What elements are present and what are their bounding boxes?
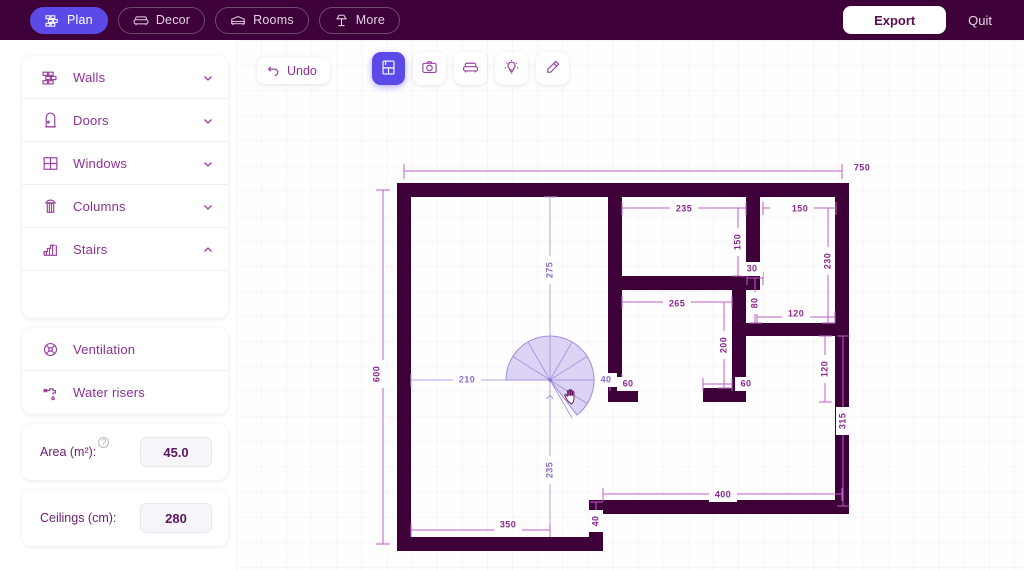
sidebar-item-label: Columns xyxy=(73,198,126,214)
column-icon xyxy=(40,196,60,216)
sofa-icon xyxy=(133,13,149,28)
dim-right-lower: 315 xyxy=(837,413,847,429)
floorplan-editor-app: Plan Decor Rooms More Export Quit Walls … xyxy=(0,0,1024,570)
dim-room-b-width: 150 xyxy=(792,203,808,213)
dim-room-b-height: 230 xyxy=(822,253,832,269)
top-actions-group: Export Quit xyxy=(843,6,1006,34)
floorplan-canvas[interactable]: Undo 750 600 275 235 210 40 235 150 150 … xyxy=(236,40,1024,570)
chevron-down-icon xyxy=(202,114,214,126)
sidebar-item-ventilation[interactable]: Ventilation xyxy=(22,328,228,371)
dim-bottom-step: 40 xyxy=(590,516,600,527)
top-nav-group: Plan Decor Rooms More xyxy=(30,6,401,34)
sidebar-item-windows[interactable]: Windows xyxy=(22,142,228,185)
nav-tab-label: More xyxy=(355,13,386,27)
floorplan-drawing[interactable]: 750 600 275 275 235 210 40 235 xyxy=(236,40,1024,570)
top-bar: Plan Decor Rooms More Export Quit xyxy=(0,0,1024,40)
sidebar-utilities-panel: Ventilation Water risers xyxy=(22,328,228,414)
area-label: Area (m²): ? xyxy=(40,437,110,459)
wall-bricks-icon xyxy=(45,13,60,28)
door-icon xyxy=(40,110,60,130)
sidebar-area-panel: Area (m²): ? 45.0 xyxy=(22,424,228,480)
sidebar-item-label: Water risers xyxy=(73,385,145,400)
dim-bottom-right: 400 xyxy=(715,489,731,499)
sidebar: Walls Doors Windows Columns Stairs Venti… xyxy=(22,56,228,546)
bed-icon xyxy=(230,13,246,28)
quit-button[interactable]: Quit xyxy=(954,13,1006,28)
nav-tab-plan[interactable]: Plan xyxy=(30,6,108,34)
dim-stair-left: 210 xyxy=(459,374,475,384)
stairs-icon xyxy=(40,239,60,259)
sidebar-ceilings-panel: Ceilings (cm): 280 xyxy=(22,490,228,546)
sidebar-item-label: Doors xyxy=(73,112,109,128)
dim-door-right: 60 xyxy=(741,378,752,388)
ceilings-label: Ceilings (cm): xyxy=(40,511,117,525)
chevron-down-icon xyxy=(202,71,214,83)
dim-door-left: 60 xyxy=(623,378,634,388)
sidebar-item-walls[interactable]: Walls xyxy=(22,56,228,99)
nav-tab-label: Decor xyxy=(155,13,191,27)
chevron-down-icon xyxy=(202,157,214,169)
sidebar-item-label: Stairs xyxy=(73,241,108,257)
floorplan-svg[interactable]: 750 600 275 275 235 210 40 235 xyxy=(236,40,1024,570)
dim-bottom-left: 350 xyxy=(500,519,516,529)
ceilings-field-row: Ceilings (cm): 280 xyxy=(22,490,228,546)
lamp-icon xyxy=(334,13,349,28)
help-icon[interactable]: ? xyxy=(98,437,110,448)
dimension-labels-group: 750 600 275 275 235 210 40 235 xyxy=(370,162,876,532)
walls-group[interactable] xyxy=(397,183,849,551)
dim-gap-30: 30 xyxy=(747,263,758,273)
nav-tab-rooms[interactable]: Rooms xyxy=(215,6,309,34)
sidebar-item-label: Walls xyxy=(73,69,106,85)
water-tap-icon xyxy=(40,383,60,403)
dim-gap-80: 80 xyxy=(749,298,759,309)
sidebar-item-label: Windows xyxy=(73,155,128,171)
ceilings-input[interactable]: 280 xyxy=(140,503,212,533)
export-button[interactable]: Export xyxy=(843,6,947,34)
area-field-row: Area (m²): ? 45.0 xyxy=(22,424,228,480)
dim-left-overall: 600 xyxy=(371,366,381,382)
dim-gap-120-lower: 120 xyxy=(819,361,829,377)
dim-room-c-height: 200 xyxy=(718,337,728,353)
stairs-expanded-content xyxy=(22,271,228,318)
sidebar-categories-panel: Walls Doors Windows Columns Stairs xyxy=(22,56,228,318)
sidebar-item-label: Ventilation xyxy=(73,341,136,357)
dim-room-a-width: 235 xyxy=(676,203,692,213)
area-input[interactable]: 45.0 xyxy=(140,437,212,467)
sidebar-item-columns[interactable]: Columns xyxy=(22,185,228,228)
dim-stair-right: 40 xyxy=(601,374,612,384)
nav-tab-decor[interactable]: Decor xyxy=(117,6,206,34)
spiral-staircase[interactable] xyxy=(505,335,595,424)
ventilation-icon xyxy=(40,339,60,359)
nav-tab-label: Plan xyxy=(67,13,93,27)
wall-bricks-icon xyxy=(40,67,60,87)
sidebar-item-stairs[interactable]: Stairs xyxy=(22,228,228,271)
chevron-up-icon xyxy=(202,243,214,255)
nav-tab-more[interactable]: More xyxy=(318,6,401,34)
dim-top-overall: 750 xyxy=(854,162,870,172)
dim-room-a-height: 150 xyxy=(732,234,742,250)
chevron-down-icon xyxy=(202,200,214,212)
dim-vert-guide-upper: 275 xyxy=(544,262,554,278)
dim-room-c-width: 265 xyxy=(669,298,685,308)
dim-vert-guide-lower: 235 xyxy=(544,462,554,478)
window-icon xyxy=(40,153,60,173)
dim-gap-120-upper: 120 xyxy=(788,308,804,318)
nav-tab-label: Rooms xyxy=(253,13,294,27)
sidebar-item-doors[interactable]: Doors xyxy=(22,99,228,142)
sidebar-item-water-risers[interactable]: Water risers xyxy=(22,371,228,414)
